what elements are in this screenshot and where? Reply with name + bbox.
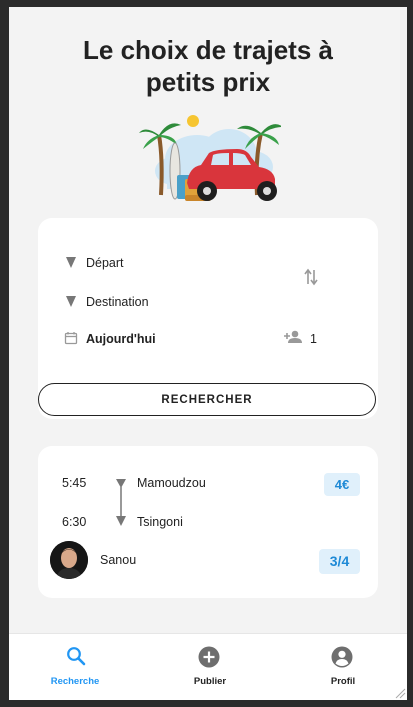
search-icon	[67, 647, 86, 666]
nav-item-publier[interactable]: Publier	[160, 634, 260, 700]
destination-field[interactable]: Destination	[86, 295, 149, 309]
account-circle-icon	[331, 646, 353, 668]
seats-badge: 3/4	[319, 549, 360, 574]
add-passenger-icon[interactable]	[283, 330, 303, 344]
add-circle-icon	[198, 646, 220, 668]
page-title-line-2: petits prix	[145, 67, 271, 97]
arrival-place: Tsingoni	[137, 515, 183, 529]
nav-label-publier: Publier	[193, 676, 227, 687]
resize-handle-icon[interactable]	[395, 688, 406, 699]
destination-pin-icon	[66, 296, 76, 307]
departure-place: Mamoudzou	[137, 476, 206, 490]
departure-field[interactable]: Départ	[86, 256, 124, 270]
arrival-time: 6:30	[62, 515, 87, 529]
nav-label-recherche: Recherche	[50, 676, 100, 687]
driver-avatar	[50, 541, 88, 579]
search-button[interactable]: RECHERCHER	[38, 383, 376, 416]
date-field[interactable]: Aujourd'hui	[86, 332, 156, 346]
trip-result-card[interactable]: 5:45 6:30 Mamoudzou Tsingoni 4€ Sanou 3/…	[38, 446, 378, 598]
driver-photo-icon	[50, 541, 88, 579]
search-card: Départ Destination Aujourd'hui 1 RECHERC…	[38, 218, 378, 419]
car-trip-illustration	[139, 115, 281, 201]
calendar-icon	[64, 332, 78, 345]
nav-label-profil: Profil	[330, 676, 356, 687]
departure-time: 5:45	[62, 476, 87, 490]
page-title-line-1: Le choix de trajets à	[83, 35, 333, 65]
departure-pin-icon	[66, 257, 76, 268]
app-screen: Le choix de trajets à petits prix Départ…	[9, 7, 407, 700]
nav-item-profil[interactable]: Profil	[293, 634, 393, 700]
driver-name: Sanou	[100, 553, 137, 567]
bottom-navigation: Recherche Publier Profil	[9, 633, 407, 700]
passenger-count: 1	[310, 332, 317, 346]
swap-icon[interactable]	[304, 268, 318, 286]
page-title: Le choix de trajets à petits prix	[9, 34, 407, 98]
nav-item-recherche[interactable]: Recherche	[25, 634, 125, 700]
route-line-icon	[116, 479, 126, 526]
price-badge: 4€	[324, 473, 360, 496]
